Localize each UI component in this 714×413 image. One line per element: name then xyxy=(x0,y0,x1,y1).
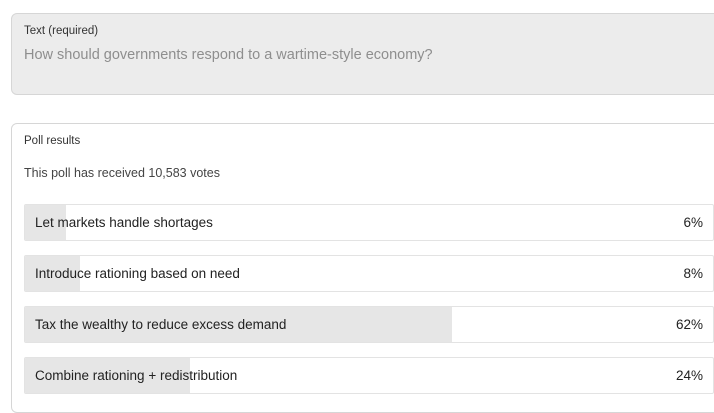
poll-option[interactable]: Tax the wealthy to reduce excess demand … xyxy=(24,306,714,343)
poll-option-label: Tax the wealthy to reduce excess demand xyxy=(35,317,287,332)
poll-option-label: Let markets handle shortages xyxy=(35,215,213,230)
poll-option-label: Introduce rationing based on need xyxy=(35,266,240,281)
poll-vote-count: This poll has received 10,583 votes xyxy=(24,166,220,180)
poll-results-panel: Poll results This poll has received 10,5… xyxy=(11,123,714,413)
poll-option-percent: 62% xyxy=(675,317,703,332)
poll-option-label: Combine rationing + redistribution xyxy=(35,368,238,383)
poll-option[interactable]: Introduce rationing based on need 8% xyxy=(24,255,714,292)
poll-option-percent: 6% xyxy=(683,215,703,230)
poll-title: Poll results xyxy=(24,135,81,147)
poll-options: Let markets handle shortages 6% Introduc… xyxy=(24,204,714,408)
poll-option-percent: 8% xyxy=(683,266,703,281)
poll-option[interactable]: Combine rationing + redistribution 24% xyxy=(24,357,714,394)
text-field-label: Text (required) xyxy=(24,25,99,37)
poll-option-percent: 24% xyxy=(675,368,703,383)
text-field-value[interactable]: How should governments respond to a wart… xyxy=(24,47,433,63)
text-field[interactable]: Text (required) How should governments r… xyxy=(11,13,714,95)
poll-option[interactable]: Let markets handle shortages 6% xyxy=(24,204,714,241)
